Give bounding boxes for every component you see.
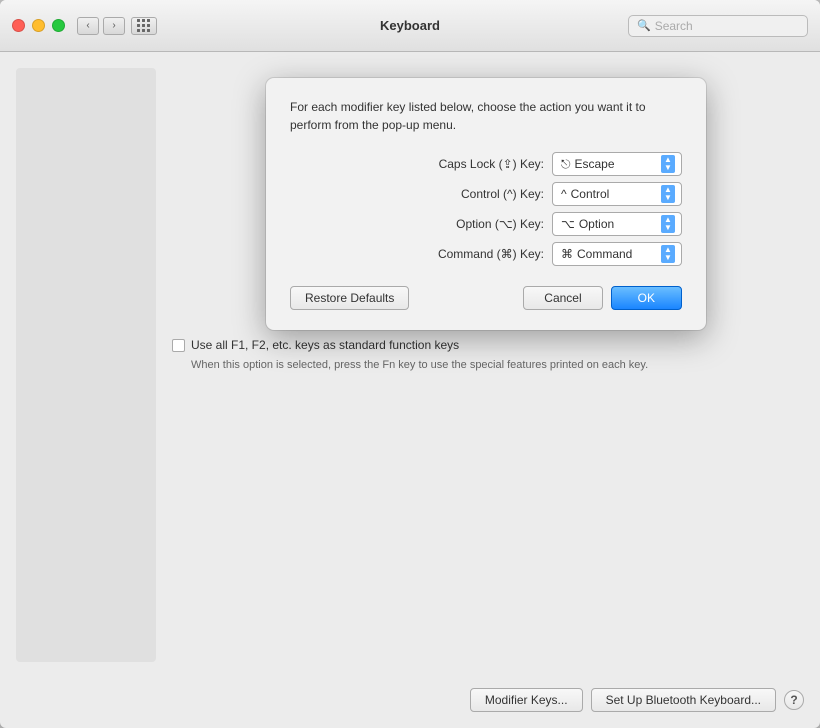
table-row: Option (⌥) Key: ⌥ Option ▲▼ — [290, 212, 682, 236]
table-row: Control (^) Key: ^ Control ▲▼ — [290, 182, 682, 206]
modal-overlay: For each modifier key listed below, choo… — [168, 68, 804, 662]
command-label: Command (⌘) Key: — [394, 247, 544, 261]
window-bottom-bar: Modifier Keys... Set Up Bluetooth Keyboa… — [0, 678, 820, 728]
modal-buttons: Restore Defaults Cancel OK — [290, 286, 682, 310]
main-content: For each modifier key listed below, choo… — [0, 52, 820, 678]
grid-button[interactable] — [131, 17, 157, 35]
modal-description: For each modifier key listed below, choo… — [290, 98, 682, 134]
titlebar: ‹ › Keyboard 🔍 — [0, 0, 820, 52]
close-button[interactable] — [12, 19, 25, 32]
option-label: Option (⌥) Key: — [394, 217, 544, 231]
traffic-lights — [12, 19, 65, 32]
nav-buttons: ‹ › — [77, 17, 125, 35]
maximize-button[interactable] — [52, 19, 65, 32]
cancel-button[interactable]: Cancel — [523, 286, 602, 310]
control-label: Control (^) Key: — [394, 187, 544, 201]
forward-button[interactable]: › — [103, 17, 125, 35]
table-row: Caps Lock (⇪) Key: ⎋ Escape ▲▼ — [290, 152, 682, 176]
control-value: ^ Control — [561, 187, 609, 201]
minimize-button[interactable] — [32, 19, 45, 32]
modal-right-buttons: Cancel OK — [523, 286, 682, 310]
back-button[interactable]: ‹ — [77, 17, 99, 35]
caps-lock-arrows: ▲▼ — [661, 155, 675, 173]
window-title: Keyboard — [380, 18, 440, 33]
restore-defaults-button[interactable]: Restore Defaults — [290, 286, 409, 310]
command-value: ⌘ Command — [561, 247, 632, 261]
control-select[interactable]: ^ Control ▲▼ — [552, 182, 682, 206]
command-arrows: ▲▼ — [661, 245, 675, 263]
control-arrows: ▲▼ — [661, 185, 675, 203]
search-icon: 🔍 — [637, 19, 651, 32]
command-select[interactable]: ⌘ Command ▲▼ — [552, 242, 682, 266]
modifier-keys-button[interactable]: Modifier Keys... — [470, 688, 583, 712]
keyboard-window: ‹ › Keyboard 🔍 For each modifier key lis… — [0, 0, 820, 728]
caps-lock-value: ⎋ Escape — [561, 157, 615, 172]
option-arrows: ▲▼ — [661, 215, 675, 233]
modal-dialog: For each modifier key listed below, choo… — [266, 78, 706, 330]
table-row: Command (⌘) Key: ⌘ Command ▲▼ — [290, 242, 682, 266]
bluetooth-keyboard-button[interactable]: Set Up Bluetooth Keyboard... — [591, 688, 776, 712]
sidebar — [16, 68, 156, 662]
search-box[interactable]: 🔍 — [628, 15, 808, 37]
option-value: ⌥ Option — [561, 217, 614, 231]
option-select[interactable]: ⌥ Option ▲▼ — [552, 212, 682, 236]
caps-lock-label: Caps Lock (⇪) Key: — [394, 157, 544, 171]
help-button[interactable]: ? — [784, 690, 804, 710]
search-input[interactable] — [655, 19, 799, 33]
ok-button[interactable]: OK — [611, 286, 682, 310]
caps-lock-select[interactable]: ⎋ Escape ▲▼ — [552, 152, 682, 176]
key-rows: Caps Lock (⇪) Key: ⎋ Escape ▲▼ — [290, 152, 682, 266]
grid-icon — [137, 19, 151, 33]
center-content: For each modifier key listed below, choo… — [168, 68, 804, 662]
